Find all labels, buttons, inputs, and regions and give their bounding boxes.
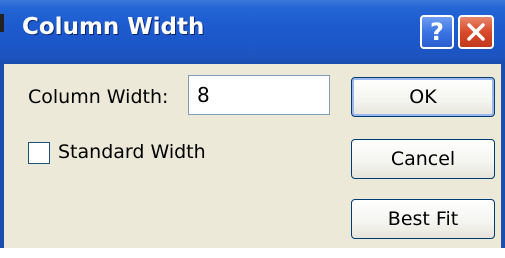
close-button[interactable]: [458, 15, 494, 49]
question-mark-icon: ?: [430, 18, 444, 46]
best-fit-button[interactable]: Best Fit: [351, 199, 495, 239]
window-border-left: [0, 64, 4, 248]
close-icon: [467, 23, 485, 41]
help-button[interactable]: ?: [420, 15, 454, 49]
standard-width-label[interactable]: Standard Width: [58, 141, 206, 163]
ok-button[interactable]: OK: [351, 77, 495, 117]
dialog-title: Column Width: [22, 14, 205, 40]
window-border-right: [501, 64, 505, 248]
title-bar-edge: [0, 14, 4, 32]
column-width-label: Column Width:: [28, 86, 169, 108]
background-below-dialog: [0, 248, 505, 258]
column-width-dialog: Column Width ? Column Width: Standard Wi…: [0, 0, 505, 258]
title-bar[interactable]: Column Width ?: [0, 0, 505, 64]
column-width-input[interactable]: [188, 75, 330, 115]
standard-width-checkbox[interactable]: [28, 142, 50, 164]
cancel-button[interactable]: Cancel: [351, 139, 495, 179]
